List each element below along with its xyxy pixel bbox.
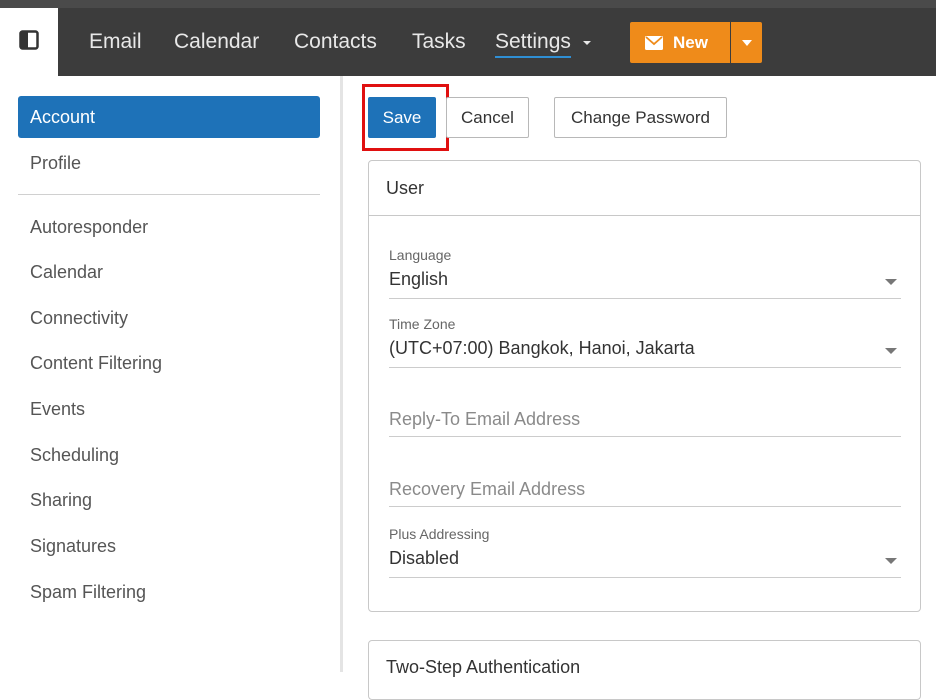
sidebar-item-spam-filtering[interactable]: Spam Filtering <box>18 571 320 613</box>
sidebar-item-events[interactable]: Events <box>18 388 320 430</box>
envelope-icon <box>645 35 663 50</box>
new-button-label: New <box>673 32 708 52</box>
language-label: Language <box>389 247 452 263</box>
reply-to-email-field[interactable]: Reply-To Email Address <box>389 397 901 437</box>
nav-tasks[interactable]: Tasks <box>412 29 466 55</box>
cancel-button[interactable]: Cancel <box>446 97 529 138</box>
language-dropdown[interactable]: Language English <box>389 245 901 299</box>
sidebar-item-content-filtering[interactable]: Content Filtering <box>18 342 320 384</box>
change-password-button[interactable]: Change Password <box>554 97 727 138</box>
nav-contacts[interactable]: Contacts <box>294 29 377 55</box>
time-zone-label: Time Zone <box>389 316 456 332</box>
sidebar-item-scheduling[interactable]: Scheduling <box>18 434 320 476</box>
new-dropdown-button[interactable] <box>731 22 762 63</box>
caret-down-icon <box>741 39 752 46</box>
nav-settings[interactable]: Settings <box>495 29 571 58</box>
two-step-authentication-card: Two-Step Authentication <box>368 640 921 700</box>
time-zone-caret-icon <box>885 348 897 354</box>
plus-addressing-value: Disabled <box>389 548 460 568</box>
language-value: English <box>389 269 449 289</box>
sidebar-item-autoresponder[interactable]: Autoresponder <box>18 206 320 248</box>
plus-addressing-dropdown[interactable]: Plus Addressing Disabled <box>389 524 901 578</box>
recovery-placeholder: Recovery Email Address <box>389 479 586 499</box>
reply-to-placeholder: Reply-To Email Address <box>389 409 581 429</box>
sidebar-toggle-button[interactable] <box>0 8 58 76</box>
sidebar-divider <box>340 76 343 672</box>
sidebar-separator <box>18 194 320 195</box>
sidebar-item-profile[interactable]: Profile <box>18 142 320 184</box>
sidebar-item-connectivity[interactable]: Connectivity <box>18 297 320 339</box>
sidebar-item-calendar[interactable]: Calendar <box>18 251 320 293</box>
nav-email[interactable]: Email <box>89 29 142 55</box>
language-caret-icon <box>885 279 897 285</box>
sidebar-toggle-icon <box>19 29 39 55</box>
new-button[interactable]: New <box>630 22 730 63</box>
user-card-title: User <box>369 161 920 216</box>
sidebar-item-account[interactable]: Account <box>18 96 320 138</box>
plus-addressing-label: Plus Addressing <box>389 526 490 542</box>
plus-addressing-caret-icon <box>885 558 897 564</box>
top-strip <box>0 0 936 8</box>
sidebar-item-signatures[interactable]: Signatures <box>18 525 320 567</box>
time-zone-dropdown[interactable]: Time Zone (UTC+07:00) Bangkok, Hanoi, Ja… <box>389 314 901 368</box>
sidebar-item-sharing[interactable]: Sharing <box>18 479 320 521</box>
user-settings-card: User Language English Time Zone (UTC+07:… <box>368 160 921 612</box>
time-zone-value: (UTC+07:00) Bangkok, Hanoi, Jakarta <box>389 338 695 358</box>
recovery-email-field[interactable]: Recovery Email Address <box>389 467 901 507</box>
save-button[interactable]: Save <box>368 97 436 138</box>
nav-calendar[interactable]: Calendar <box>174 29 259 55</box>
two-step-card-title: Two-Step Authentication <box>386 657 581 677</box>
settings-caret-icon[interactable] <box>583 41 591 45</box>
